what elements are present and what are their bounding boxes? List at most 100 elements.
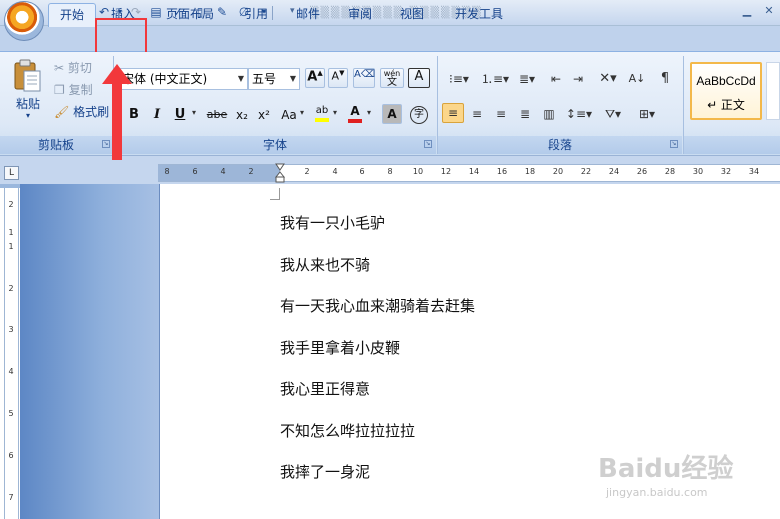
office-button[interactable] xyxy=(4,1,44,41)
borders-button[interactable]: ⊞▾ xyxy=(632,103,662,123)
tab-selector[interactable]: L xyxy=(4,166,19,180)
document-line[interactable]: 有一天我心血来潮骑着去赶集 xyxy=(280,296,680,316)
decrease-indent-button[interactable]: ⇤ xyxy=(546,68,566,88)
align-right-button[interactable]: ≡ xyxy=(490,103,512,123)
ruler-tick-label: 6 xyxy=(359,167,365,176)
show-marks-button[interactable]: ¶ xyxy=(654,68,676,88)
highlight-button[interactable]: ab xyxy=(312,104,332,124)
change-case-button[interactable]: Aa xyxy=(278,104,300,124)
sort-button[interactable]: A↓ xyxy=(626,68,648,88)
justify-button[interactable]: ≣ xyxy=(514,103,536,123)
justify-icon: ≣ xyxy=(519,107,531,121)
ruler-tick-label: 28 xyxy=(664,167,676,176)
phonetic-char: 文 xyxy=(387,77,397,88)
font-dialog-launcher-icon[interactable]: ↘ xyxy=(424,140,432,148)
highlight-pen-icon: ab xyxy=(315,105,329,116)
distributed-button[interactable]: ▥ xyxy=(538,103,560,123)
phonetic-guide-button[interactable]: wén 文 xyxy=(380,68,404,88)
styles-group-label xyxy=(684,136,780,154)
font-size-value: 五号 xyxy=(252,72,277,86)
paste-label: 粘贴 xyxy=(15,97,40,111)
subscript-button[interactable]: x₂ xyxy=(232,104,252,124)
shading-button[interactable]: ⛛▾ xyxy=(598,103,628,123)
font-name-combo[interactable]: 宋体 (中文正文) ▼ xyxy=(118,68,248,90)
document-line[interactable]: 我从来也不骑 xyxy=(280,255,680,275)
watermark-url: jingyan.baidu.com xyxy=(606,486,708,499)
paragraph-dialog-launcher-icon[interactable]: ↘ xyxy=(670,140,678,148)
chinese-layout-icon: ✕▾ xyxy=(599,71,617,86)
vertical-ruler-tick-label: 5 xyxy=(8,409,14,418)
font-group-label: 字体 xyxy=(114,136,436,154)
align-center-button[interactable]: ≡ xyxy=(466,103,488,123)
grow-font-button[interactable]: A▲ xyxy=(305,68,325,88)
paint-bucket-icon: ⛛▾ xyxy=(604,107,622,121)
character-border-button[interactable]: A xyxy=(408,68,430,88)
tab-home[interactable]: 开始 xyxy=(48,3,96,27)
tab-references[interactable]: 引用 xyxy=(234,3,278,26)
ruler-tick-label: 14 xyxy=(468,167,480,176)
grow-font-icon: A xyxy=(307,69,318,85)
chinese-layout-button[interactable]: ✕▾ xyxy=(594,68,622,88)
ruler-tick-label: 2 xyxy=(248,167,254,176)
borders-icon: ⊞▾ xyxy=(638,107,656,121)
font-color-dropdown-icon[interactable]: ▾ xyxy=(367,108,371,117)
shrink-font-button[interactable]: A▼ xyxy=(328,68,348,88)
clear-formatting-button[interactable]: A⌫ xyxy=(353,68,375,88)
ruler-tick-label: 4 xyxy=(220,167,226,176)
font-color-button[interactable]: A xyxy=(345,104,365,124)
align-center-icon: ≡ xyxy=(471,107,483,121)
ruler-tick-label: 12 xyxy=(440,167,452,176)
vertical-ruler[interactable] xyxy=(4,188,19,519)
vertical-ruler-tick-label: 6 xyxy=(8,451,14,460)
style-normal-tile[interactable]: AaBbCcDd ↵ 正文 xyxy=(690,62,762,120)
italic-button[interactable]: I xyxy=(147,104,167,124)
line-spacing-button[interactable]: ↕≡▾ xyxy=(564,103,594,123)
font-name-value: 宋体 (中文正文) xyxy=(122,72,208,86)
vertical-ruler-tick-label: 2 xyxy=(8,284,14,293)
tab-view[interactable]: 视图 xyxy=(390,3,434,26)
enclose-characters-button[interactable]: 字 xyxy=(408,104,430,124)
ruler-tick-label: 10 xyxy=(412,167,424,176)
document-line[interactable]: 我心里正得意 xyxy=(280,379,680,399)
vertical-ruler-tick-label: 3 xyxy=(8,325,14,334)
ruler-tick-label: 26 xyxy=(636,167,648,176)
ruler-tick-label: 8 xyxy=(164,167,170,176)
highlight-dropdown-icon[interactable]: ▾ xyxy=(333,108,337,117)
numbering-icon: ⒈≡▾ xyxy=(480,72,510,86)
underline-button[interactable]: U xyxy=(170,104,190,124)
font-size-combo[interactable]: 五号 ▼ xyxy=(248,68,300,90)
minimize-icon[interactable]: ▁ xyxy=(736,2,758,20)
tab-mailings[interactable]: 邮件 xyxy=(286,3,330,26)
ruler-tick-label: 30 xyxy=(692,167,704,176)
align-left-button[interactable]: ≡ xyxy=(442,103,464,123)
superscript-button[interactable]: x² xyxy=(254,104,274,124)
chevron-down-icon: ▼ xyxy=(237,74,244,83)
tab-review[interactable]: 审阅 xyxy=(338,3,382,26)
tab-page-layout[interactable]: 页面布局 xyxy=(160,3,220,26)
increase-indent-button[interactable]: ⇥ xyxy=(568,68,588,88)
change-case-dropdown-icon[interactable]: ▾ xyxy=(300,108,304,117)
vertical-ruler-tick-label: 2 xyxy=(8,200,14,209)
close-icon[interactable]: ✕ xyxy=(758,2,780,20)
character-shading-button[interactable]: A xyxy=(382,104,402,124)
font-color-bar xyxy=(348,119,362,123)
bullets-button[interactable]: ⁝≡▾ xyxy=(442,68,476,88)
indent-marker-icon[interactable] xyxy=(275,163,285,183)
increase-indent-icon: ⇥ xyxy=(572,72,584,86)
document-line[interactable]: 不知怎么哗拉拉拉拉 xyxy=(280,421,680,441)
document-line[interactable]: 我手里拿着小皮鞭 xyxy=(280,338,680,358)
vertical-ruler-tick-label: 7 xyxy=(8,493,14,502)
copy-label: 复制 xyxy=(68,83,93,97)
document-line[interactable]: 我有一只小毛驴 xyxy=(280,213,680,233)
vertical-ruler-tick-label: 4 xyxy=(8,367,14,376)
multilevel-list-button[interactable]: ≣▾ xyxy=(514,68,540,88)
paste-button[interactable]: 粘贴 ▾ xyxy=(8,58,48,126)
tab-developer[interactable]: 开发工具 xyxy=(446,3,512,26)
numbering-button[interactable]: ⒈≡▾ xyxy=(478,68,512,88)
copy-icon: ❐ xyxy=(54,83,65,97)
watermark: Baidu经验 jingyan.baidu.com xyxy=(578,448,778,508)
strikethrough-button[interactable]: abe xyxy=(204,104,230,124)
underline-dropdown-icon[interactable]: ▾ xyxy=(192,108,196,117)
eraser-icon: A⌫ xyxy=(354,69,375,80)
style-next-tile[interactable] xyxy=(766,62,780,120)
